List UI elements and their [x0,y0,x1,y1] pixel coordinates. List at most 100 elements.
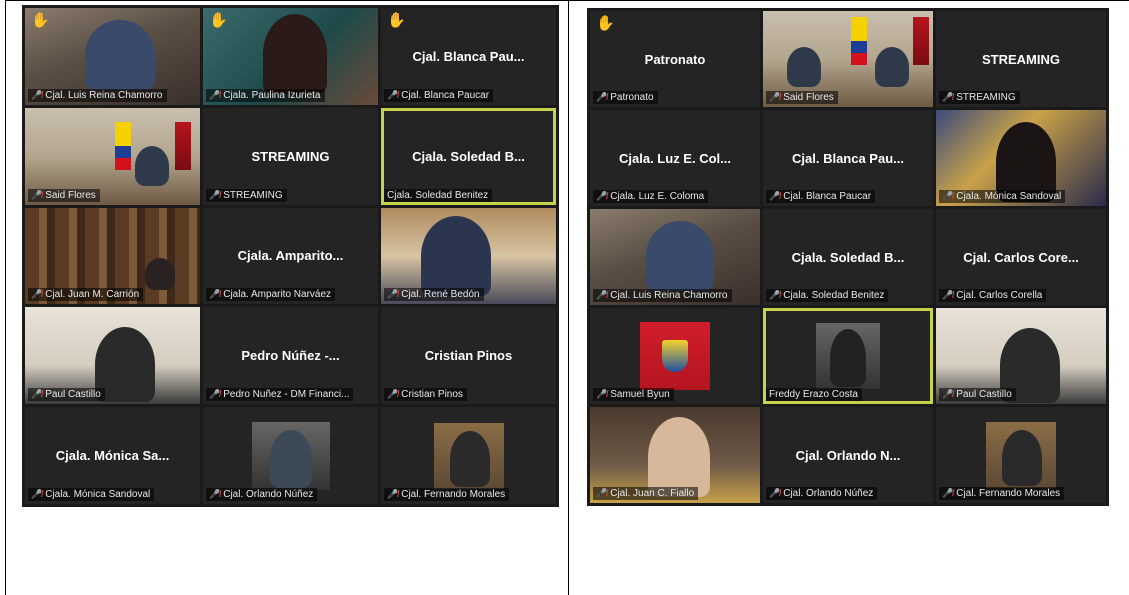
participant-tile[interactable]: Cjal. Blanca Pau... 🎤̸ Cjal. Blanca Pauca… [763,110,933,206]
mic-muted-icon: 🎤̸ [209,489,221,499]
participant-tile[interactable]: ✋ 🎤̸ Cjal. Luis Reina Chamorro [25,8,200,105]
mic-muted-icon: 🎤̸ [769,290,781,300]
red-flag [175,121,191,170]
participant-name-label: 🎤̸ Samuel Byun [593,388,674,401]
participant-name-label: 🎤̸ Cjal. Orlando Núñez [206,488,318,501]
raised-hand-icon: ✋ [31,12,50,29]
participant-tile[interactable]: 🎤̸ Cjal. Luis Reina Chamorro [590,209,760,305]
participant-tile[interactable]: Cristian Pinos 🎤̸ Cristian Pinos [381,307,556,405]
participant-name-label: 🎤̸ Cjal. René Bedón [384,288,484,302]
mic-muted-icon: 🎤̸ [387,389,399,400]
mic-muted-icon: 🎤̸ [769,92,781,102]
mic-muted-icon: 🎤̸ [31,189,43,200]
participant-tile-active-speaker[interactable]: Cjala. Soledad B... Cjala. Soledad Benit… [381,107,556,205]
participant-tile[interactable]: 🎤̸ Cjal. Fernando Morales [936,407,1106,503]
participant-display-name: Cjala. Mónica Sa... [55,448,170,464]
participant-tile[interactable]: STREAMING 🎤̸ STREAMING [936,11,1106,107]
mic-muted-icon: 🎤̸ [209,189,221,200]
participant-tile[interactable]: Cjala. Luz E. Col... 🎤̸ Cjala. Luz E. Col… [590,110,760,206]
frame-top-border [5,0,1129,1]
participant-name-label: 🎤̸ Cjal. Fernando Morales [939,487,1065,500]
red-flag [913,17,929,65]
participant-tile[interactable]: Cjal. Orlando N... 🎤̸ Cjal. Orlando Núñez [763,407,933,503]
participant-tile[interactable]: 🎤̸ Paul Castillo [25,307,200,405]
participant-tile[interactable]: Cjal. Blanca Pau... ✋ 🎤̸ Cjal. Blanca Pau… [381,8,556,105]
participant-tile[interactable]: 🎤̸ Cjal. Fernando Morales [381,407,556,504]
mic-muted-icon: 🎤̸ [942,389,954,399]
participant-display-name: Patronato [644,51,706,67]
participant-tile[interactable]: STREAMING 🎤̸ STREAMING [203,107,378,205]
participant-display-name: Cjala. Luz E. Col... [619,150,731,166]
raised-hand-icon: ✋ [209,12,228,29]
ecuador-flag [851,17,867,65]
participant-name-label: Cjala. Soledad Benitez [384,188,493,202]
participant-name-label: 🎤̸ Cjala. Amparito Narváez [206,288,336,302]
participant-tile[interactable]: Cjal. Carlos Core... 🎤̸ Cjal. Carlos Core… [936,209,1106,305]
participant-display-name: Cristian Pinos [424,348,513,364]
raised-hand-icon: ✋ [387,12,406,29]
frame-left-border [5,0,6,595]
mic-muted-icon: 🎤̸ [942,488,954,498]
mic-muted-icon: 🎤̸ [942,290,954,300]
participant-name-label: 🎤̸ Cjala. Paulina Izurieta [206,88,325,102]
participant-tile[interactable]: 🎤̸ Cjal. Orlando Núñez [203,407,378,504]
participant-tile[interactable]: 🎤̸ Cjal. Juan C. Fiallo [590,407,760,503]
participant-display-name: Cjal. Blanca Pau... [412,48,525,64]
participant-name-label: 🎤̸ Cjala. Mónica Sandoval [28,488,155,501]
participant-tile[interactable]: 🎤̸ Samuel Byun [590,308,760,404]
participant-name-label: 🎤̸ Paul Castillo [939,388,1016,401]
mic-muted-icon: 🎤̸ [209,89,221,100]
participant-tile-active-speaker[interactable]: Freddy Erazo Costa [763,308,933,404]
mic-muted-icon: 🎤̸ [31,89,43,100]
participant-display-name: Cjala. Soledad B... [791,249,905,265]
mic-muted-icon: 🎤̸ [209,389,221,400]
participant-name-label: 🎤̸ Cjala. Mónica Sandoval [939,190,1066,203]
participant-display-name: Cjala. Amparito... [237,248,344,264]
participant-tile[interactable]: ✋ 🎤̸ Cjala. Paulina Izurieta [203,8,378,105]
participant-display-name: Cjala. Soledad B... [412,148,525,164]
mic-muted-icon: 🎤̸ [596,290,608,300]
participant-tile[interactable]: Patronato ✋ 🎤̸ Patronato [590,11,760,107]
participant-tile[interactable]: 🎤̸ Said Flores [25,107,200,205]
participant-display-name: STREAMING [982,51,1060,67]
participant-tile[interactable]: 🎤̸ Cjal. Juan M. Carrión [25,207,200,305]
frame-divider [568,0,569,595]
participant-profile-photo [433,422,504,489]
participant-display-name: Cjal. Carlos Core... [963,249,1079,265]
coat-of-arms-icon [662,340,688,372]
participant-tile[interactable]: 🎤̸ Cjal. René Bedón [381,207,556,305]
mic-muted-icon: 🎤̸ [769,488,781,498]
participant-name-label: 🎤̸ Cjala. Luz E. Coloma [593,190,709,203]
participant-name-label: 🎤̸ Cjal. Blanca Paucar [766,190,876,203]
participant-tile[interactable]: 🎤̸ Paul Castillo [936,308,1106,404]
mic-muted-icon: 🎤̸ [387,489,399,499]
mic-muted-icon: 🎤̸ [769,191,781,201]
gallery-view-left: ✋ 🎤̸ Cjal. Luis Reina Chamorro ✋ 🎤̸ Cjala.… [22,5,559,507]
participant-name-label: 🎤̸ Patronato [593,91,658,104]
participant-name-label: 🎤̸ Cristian Pinos [384,388,467,402]
participant-tile[interactable]: Cjala. Soledad B... 🎤̸ Cjala. Soledad Ben… [763,209,933,305]
participant-tile[interactable]: Cjala. Mónica Sa... 🎤̸ Cjala. Mónica Sand… [25,407,200,504]
participant-profile-photo [816,323,880,389]
mic-muted-icon: 🎤̸ [942,92,954,102]
participant-tile[interactable]: Pedro Núñez -... 🎤̸ Pedro Nuñez - DM Fina… [203,307,378,405]
ecuador-flag [115,121,131,170]
participant-name-label: 🎤̸ Cjal. Luis Reina Chamorro [28,88,167,102]
mic-muted-icon: 🎤̸ [596,488,608,498]
mic-muted-icon: 🎤̸ [31,489,43,499]
participant-name-label: 🎤̸ Cjal. Orlando Núñez [766,487,878,500]
participant-tile[interactable]: 🎤̸ Cjala. Mónica Sandoval [936,110,1106,206]
mic-muted-icon: 🎤̸ [387,289,399,300]
mic-muted-icon: 🎤̸ [209,289,221,300]
participant-profile-photo [251,421,330,490]
participant-name-label: Freddy Erazo Costa [766,388,862,401]
participant-tile[interactable]: Cjala. Amparito... 🎤̸ Cjala. Amparito Nar… [203,207,378,305]
participant-tile[interactable]: 🎤̸ Said Flores [763,11,933,107]
participant-display-name: Pedro Núñez -... [241,348,340,364]
mic-muted-icon: 🎤̸ [387,89,399,100]
participant-name-label: 🎤̸ Cjal. Carlos Corella [939,289,1047,302]
mic-muted-icon: 🎤̸ [31,389,43,400]
participant-name-label: 🎤̸ Pedro Nuñez - DM Financi... [206,388,354,402]
participant-name-label: 🎤̸ Cjal. Juan M. Carrión [28,288,144,302]
participant-display-name: Cjal. Blanca Pau... [792,150,904,166]
